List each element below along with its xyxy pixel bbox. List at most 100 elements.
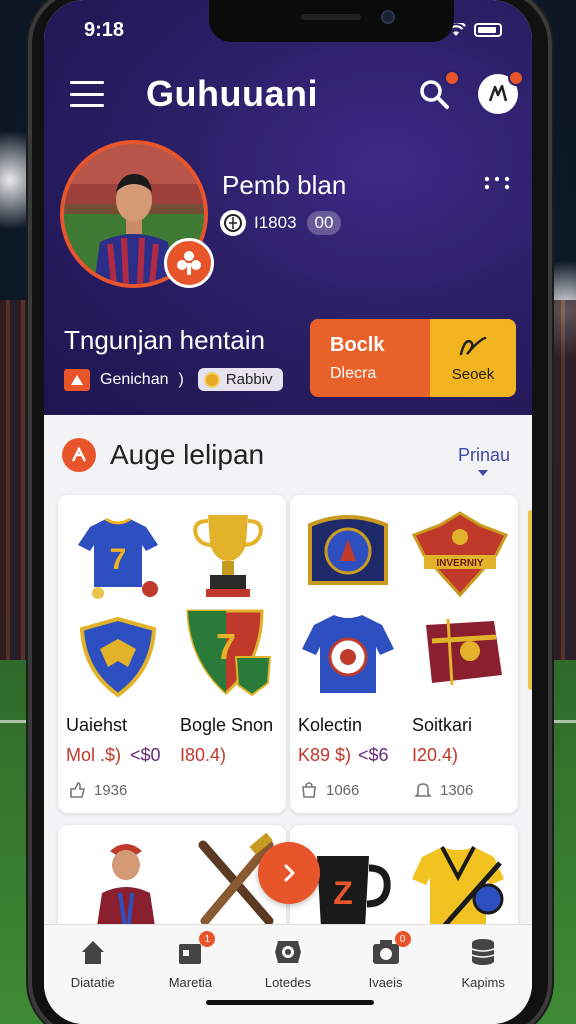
top-app-bar: Guhuuani xyxy=(70,70,524,118)
item-price: Mol .$) xyxy=(66,745,122,765)
nav-label: Kapims xyxy=(461,975,505,990)
nav-badge: 1 xyxy=(199,931,216,947)
next-card-peek xyxy=(528,510,532,690)
collection-card[interactable]: INVERNIY Kolectin Soitkari K89 $) <$6 I2… xyxy=(290,495,518,813)
next-button[interactable] xyxy=(258,842,320,904)
account-badge xyxy=(508,70,524,86)
tag-label: Genichan xyxy=(100,370,169,388)
item-price: I20.4) xyxy=(412,745,459,765)
nav-item-camera[interactable]: Lotedes xyxy=(239,925,337,1024)
stat-pill: 00 xyxy=(306,211,342,235)
jersey-icon: 7 xyxy=(68,503,168,603)
scarf-icon xyxy=(410,603,510,703)
nav-item-photos[interactable]: 0 Ivaeis xyxy=(337,925,435,1024)
currency-pill[interactable]: Rabbiv xyxy=(197,368,283,391)
emblem-icon: INVERNIY xyxy=(410,503,510,603)
home-indicator[interactable] xyxy=(206,1000,374,1005)
shirt-icon xyxy=(298,603,398,703)
nav-label: Maretia xyxy=(168,975,213,990)
player-logo-icon xyxy=(488,84,508,102)
book-button[interactable]: Boclk Dlecra xyxy=(310,319,430,397)
item-name: Kolectin xyxy=(298,715,363,735)
football-icon xyxy=(220,210,246,236)
currency-pill-label: Rabbiv xyxy=(225,371,273,388)
card-item-grid: 7 7 xyxy=(58,495,286,705)
nav-item-coins[interactable]: Kapims xyxy=(434,925,532,1024)
bottom-navigation: Diatatie 1 Maretia Lotedes 0 Ivaeis Kapi… xyxy=(44,924,532,1024)
nav-label: Lotedes xyxy=(264,975,312,990)
stadium-light-left xyxy=(0,100,30,260)
coin-icon xyxy=(203,371,220,388)
yellow-jersey-icon xyxy=(408,835,508,935)
collection-card[interactable]: 7 7 Uaiehst Bogle Snon Mol .$) <$0 I80.4… xyxy=(58,495,286,813)
tag-separator-icon: ) xyxy=(178,370,184,388)
stat-value: I1803 xyxy=(254,213,297,232)
profile-tags: Genichan ) Rabbiv xyxy=(64,368,283,391)
bag-icon xyxy=(302,782,316,798)
crest-icon xyxy=(298,503,398,603)
section-title: Auge lelipan xyxy=(110,439,265,470)
item-meta-count: 1306 xyxy=(440,781,474,799)
section-see-all-link[interactable]: Prinau xyxy=(458,445,510,476)
section-logo-icon xyxy=(62,438,96,472)
battery-icon xyxy=(474,23,502,37)
item-price-extra: <$0 xyxy=(130,745,161,765)
trophy-icon xyxy=(178,503,278,603)
nav-badge: 0 xyxy=(394,931,411,947)
profile-subtitle: Tngunjan hentain xyxy=(64,325,265,355)
profile-stats: I1803 00 xyxy=(220,210,342,236)
chevron-right-icon xyxy=(284,864,295,882)
svg-text:INVERNIY: INVERNIY xyxy=(436,558,484,569)
item-price: I80.4) xyxy=(180,745,227,765)
nav-item-home[interactable]: Diatatie xyxy=(44,925,142,1024)
player-figure-icon xyxy=(76,833,176,933)
app-title: Guhuuani xyxy=(146,73,318,114)
front-camera xyxy=(381,10,395,24)
coins-icon xyxy=(468,937,498,967)
book-button-sublabel: Dlecra xyxy=(330,364,377,382)
section-header: Auge lelipan Prinau xyxy=(62,435,510,476)
item-name: Bogle Snon xyxy=(180,715,274,735)
svg-text:Z: Z xyxy=(333,875,353,911)
topbar-actions xyxy=(414,70,524,114)
signature-icon xyxy=(459,336,487,355)
account-button[interactable] xyxy=(478,70,524,114)
club-flag-icon xyxy=(64,368,90,391)
profile-header: 9:18 Guhuuani Pemb blan I1803 00 Tngunja… xyxy=(44,0,532,415)
shield-icon xyxy=(68,607,168,707)
photo-icon: 0 xyxy=(371,931,411,967)
book-button-label: Boclk xyxy=(330,333,385,356)
item-meta-count: 1936 xyxy=(94,781,128,799)
home-icon xyxy=(78,937,108,967)
item-meta: 1066 xyxy=(300,781,359,799)
item-meta: 1936 xyxy=(68,781,127,799)
item-name: Soitkari xyxy=(412,715,473,735)
svg-text:7: 7 xyxy=(110,543,127,576)
camera-icon xyxy=(273,937,303,967)
bell-icon xyxy=(414,783,432,797)
seek-button[interactable]: Seoek xyxy=(430,319,516,397)
speaker-grille xyxy=(301,14,361,20)
item-meta: 1306 xyxy=(414,781,473,799)
search-button[interactable] xyxy=(414,70,460,114)
more-options-icon[interactable] xyxy=(484,176,510,190)
menu-icon[interactable] xyxy=(70,81,104,107)
item-price: K89 $) xyxy=(298,745,352,765)
phone-screen: 9:18 Guhuuani Pemb blan I1803 00 Tngunja… xyxy=(44,0,532,1024)
phone-notch xyxy=(209,0,454,42)
store-icon: 1 xyxy=(175,931,216,967)
badge-icon: 7 xyxy=(178,601,278,701)
nav-item-store[interactable]: 1 Maretia xyxy=(142,925,240,1024)
card-item-grid: INVERNIY xyxy=(290,495,518,705)
seek-button-label: Seoek xyxy=(451,365,495,383)
club-badge-icon xyxy=(164,238,214,288)
svg-text:7: 7 xyxy=(216,626,236,667)
profile-name: Pemb blan xyxy=(222,170,347,200)
action-button-group: Boclk Dlecra Seoek xyxy=(310,319,516,397)
item-meta-count: 1066 xyxy=(326,781,360,799)
nav-label: Diatatie xyxy=(70,975,115,990)
like-icon xyxy=(70,782,86,798)
nav-label: Ivaeis xyxy=(368,975,403,990)
status-time: 9:18 xyxy=(84,18,125,41)
item-price-extra: <$6 xyxy=(358,745,389,765)
